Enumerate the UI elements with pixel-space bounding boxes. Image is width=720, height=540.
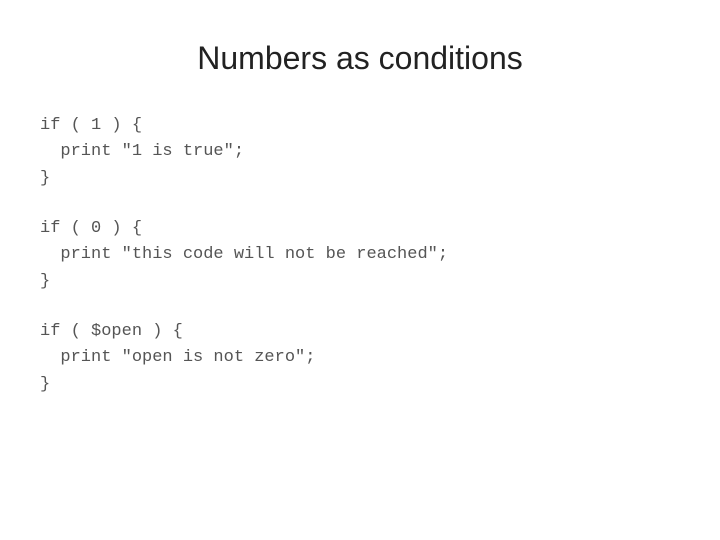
code-line: if ( 0 ) { bbox=[40, 216, 680, 242]
code-line: if ( $open ) { bbox=[40, 319, 680, 345]
code-block-3: if ( $open ) { print "open is not zero";… bbox=[40, 319, 680, 398]
page-title: Numbers as conditions bbox=[40, 40, 680, 77]
code-block-1: if ( 1 ) { print "1 is true"; } bbox=[40, 113, 680, 192]
code-line: } bbox=[40, 269, 680, 295]
code-line: print "open is not zero"; bbox=[40, 345, 680, 371]
code-line: print "1 is true"; bbox=[40, 139, 680, 165]
page: Numbers as conditions if ( 1 ) { print "… bbox=[0, 0, 720, 540]
code-line: if ( 1 ) { bbox=[40, 113, 680, 139]
code-line: print "this code will not be reached"; bbox=[40, 242, 680, 268]
code-line: } bbox=[40, 372, 680, 398]
code-block-2: if ( 0 ) { print "this code will not be … bbox=[40, 216, 680, 295]
code-line: } bbox=[40, 166, 680, 192]
